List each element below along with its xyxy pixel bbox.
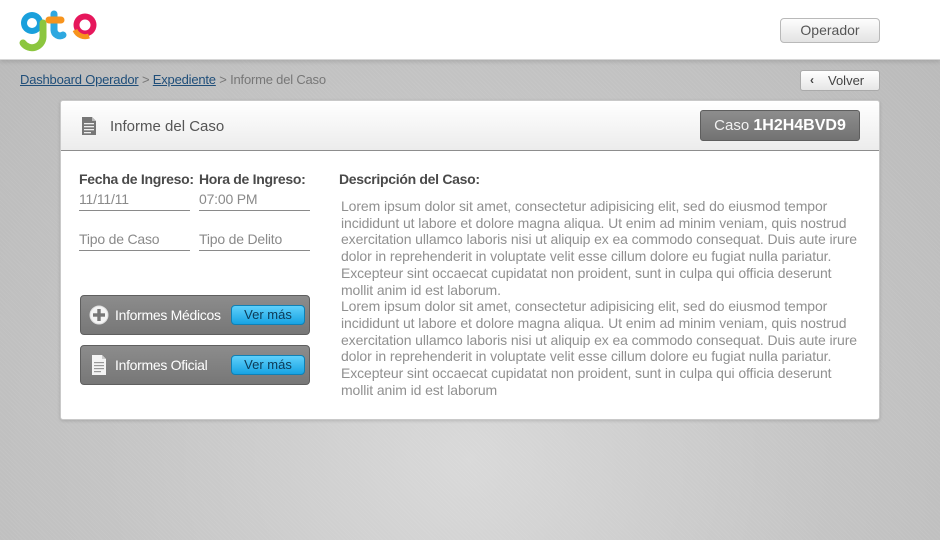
back-button[interactable]: ‹ Volver	[800, 70, 880, 91]
ver-mas-oficial-button[interactable]: Ver más	[231, 355, 305, 375]
hora-field[interactable]: 07:00 PM	[199, 190, 310, 211]
tipo-delito-field[interactable]: Tipo de Delito	[199, 230, 310, 251]
breadcrumb: Dashboard Operador > Expediente > Inform…	[20, 72, 326, 87]
case-id: 1H2H4BVD9	[753, 117, 846, 134]
fecha-label: Fecha de Ingreso:	[79, 171, 194, 187]
case-id-badge: Caso 1H2H4BVD9	[700, 110, 860, 141]
description-label: Descripción del Caso:	[339, 171, 480, 187]
breadcrumb-link-expediente[interactable]: Expediente	[153, 72, 216, 87]
breadcrumb-separator: >	[219, 72, 227, 87]
breadcrumb-separator: >	[141, 72, 150, 87]
informes-medicos-button[interactable]: Informes Médicos Ver más	[80, 295, 310, 335]
card-header: Informe del Caso Caso 1H2H4BVD9	[61, 101, 879, 151]
informes-medicos-label: Informes Médicos	[115, 307, 221, 323]
ver-mas-medicos-button[interactable]: Ver más	[231, 305, 305, 325]
card-title: Informe del Caso	[110, 118, 225, 135]
top-bar: gto Operador	[0, 0, 940, 60]
case-prefix: Caso	[714, 117, 750, 134]
informes-oficial-label: Informes Oficial	[115, 357, 208, 373]
hora-label: Hora de Ingreso:	[199, 171, 306, 187]
gto-logo[interactable]: gto	[18, 6, 102, 56]
back-button-label: Volver	[828, 73, 865, 88]
description-text: Lorem ipsum dolor sit amet, consectetur …	[341, 198, 866, 398]
description-paragraph: Lorem ipsum dolor sit amet, consectetur …	[341, 198, 857, 298]
operator-button[interactable]: Operador	[780, 18, 880, 43]
case-report-card: Informe del Caso Caso 1H2H4BVD9 Fecha de…	[60, 100, 880, 420]
document-icon	[82, 117, 96, 135]
plus-circle-icon	[89, 305, 109, 325]
breadcrumb-current: Informe del Caso	[230, 72, 326, 87]
breadcrumb-link-dashboard[interactable]: Dashboard Operador	[20, 72, 139, 87]
informes-oficial-button[interactable]: Informes Oficial Ver más	[80, 345, 310, 385]
document-icon	[92, 355, 106, 375]
fecha-field[interactable]: 11/11/11	[79, 190, 190, 211]
description-paragraph: Lorem ipsum dolor sit amet, consectetur …	[341, 298, 857, 398]
chevron-left-icon: ‹	[810, 73, 814, 87]
tipo-caso-field[interactable]: Tipo de Caso	[79, 230, 190, 251]
